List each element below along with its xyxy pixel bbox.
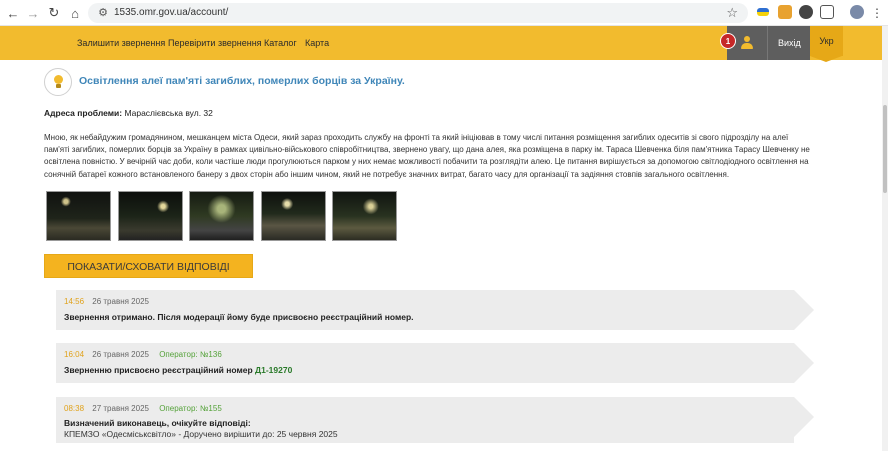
photo-thumbnail[interactable] bbox=[118, 191, 183, 241]
notification-badge[interactable]: 1 bbox=[720, 33, 736, 49]
reload-icon[interactable]: ↻ bbox=[45, 4, 63, 22]
timeline-entry: 14:56 26 травня 2025 Звернення отримано.… bbox=[56, 290, 814, 330]
nav-map[interactable]: Карта bbox=[305, 37, 329, 49]
logout-button[interactable]: Вихід bbox=[778, 37, 801, 49]
bookmark-star-icon[interactable]: ☆ bbox=[726, 5, 738, 21]
browser-menu-icon[interactable]: ⋮ bbox=[868, 4, 886, 22]
entry-text: Визначений виконавець, очікуйте відповід… bbox=[64, 418, 251, 428]
extensions-puzzle-icon[interactable] bbox=[820, 5, 834, 19]
site-info-icon[interactable]: ⚙ bbox=[96, 6, 110, 20]
address-label: Адреса проблеми: bbox=[44, 108, 123, 118]
appeal-address: Адреса проблеми: Мараслієвська вул. 32 bbox=[44, 108, 213, 119]
photo-thumbnail[interactable] bbox=[189, 191, 254, 241]
header-divider bbox=[767, 26, 768, 60]
nav-submit-appeal[interactable]: Залишити звернення bbox=[77, 37, 165, 49]
site-header: Залишити звернення Перевірити звернення … bbox=[0, 26, 882, 62]
language-switcher[interactable]: Укр bbox=[810, 26, 843, 56]
ukraine-flag-extension-icon[interactable] bbox=[757, 8, 769, 16]
scrollbar-thumb[interactable] bbox=[883, 105, 887, 193]
nav-catalog[interactable]: Каталог bbox=[264, 37, 297, 49]
entry-operator: Оператор: №155 bbox=[159, 404, 222, 413]
entry-date: 26 травня 2025 bbox=[92, 297, 149, 306]
entry-text-main: Зверненню присвоєно реєстраційний номер bbox=[64, 365, 256, 375]
entry-text: Зверненню присвоєно реєстраційний номер … bbox=[64, 365, 292, 376]
appeal-description: Мною, як небайдужим громадянином, мешкан… bbox=[44, 133, 810, 179]
browser-toolbar: ← → ↻ ⌂ ⚙ 1535.omr.gov.ua/account/ ☆ ⋮ bbox=[0, 0, 888, 26]
registration-number: Д1-19270 bbox=[255, 365, 293, 375]
language-switcher-tip bbox=[810, 56, 842, 62]
timeline-entry: 16:04 26 травня 2025 Оператор: №136 Звер… bbox=[56, 343, 814, 383]
profile-avatar[interactable] bbox=[850, 5, 864, 19]
entry-time: 08:38 bbox=[64, 404, 85, 413]
photo-thumbnail[interactable] bbox=[46, 191, 111, 241]
entry-operator: Оператор: №136 bbox=[159, 350, 222, 359]
toggle-answers-button[interactable]: ПОКАЗАТИ/СХОВАТИ ВІДПОВІДІ bbox=[44, 254, 253, 278]
timeline-entry: 08:38 27 травня 2025 Оператор: №155 Визн… bbox=[56, 397, 814, 443]
photo-thumbnail[interactable] bbox=[261, 191, 326, 241]
home-icon[interactable]: ⌂ bbox=[66, 4, 84, 22]
entry-meta: 08:38 27 травня 2025 Оператор: №155 bbox=[64, 404, 222, 414]
entry-executor: КПЕМЗО «Одесміськсвітло» - Доручено вирі… bbox=[64, 429, 338, 439]
address-url[interactable]: 1535.omr.gov.ua/account/ bbox=[114, 6, 228, 20]
appeal-title: Освітлення алеї пам'яті загиблих, померл… bbox=[79, 75, 405, 87]
entry-meta: 16:04 26 травня 2025 Оператор: №136 bbox=[64, 350, 222, 360]
nav-check-appeal[interactable]: Перевірити звернення bbox=[168, 37, 262, 49]
entry-time: 16:04 bbox=[64, 350, 85, 359]
page-scrollbar[interactable] bbox=[882, 26, 888, 451]
entry-date: 27 травня 2025 bbox=[92, 404, 149, 413]
entry-meta: 14:56 26 травня 2025 bbox=[64, 297, 149, 307]
address-bar[interactable]: ⚙ 1535.omr.gov.ua/account/ ☆ bbox=[88, 3, 748, 23]
entry-text: Звернення отримано. Після модерації йому… bbox=[64, 312, 414, 322]
language-label: Укр bbox=[819, 36, 834, 46]
extension-icon[interactable] bbox=[778, 5, 792, 19]
entry-time: 14:56 bbox=[64, 297, 85, 306]
user-icon[interactable] bbox=[741, 36, 753, 50]
back-arrow-icon[interactable]: ← bbox=[4, 4, 22, 22]
photo-thumbnail[interactable] bbox=[332, 191, 397, 241]
address-value: Мараслієвська вул. 32 bbox=[124, 108, 213, 118]
entry-date: 26 травня 2025 bbox=[92, 350, 149, 359]
forward-arrow-icon[interactable]: → bbox=[24, 4, 42, 22]
extension-dark-icon[interactable] bbox=[799, 5, 813, 19]
lightbulb-icon bbox=[44, 68, 72, 96]
